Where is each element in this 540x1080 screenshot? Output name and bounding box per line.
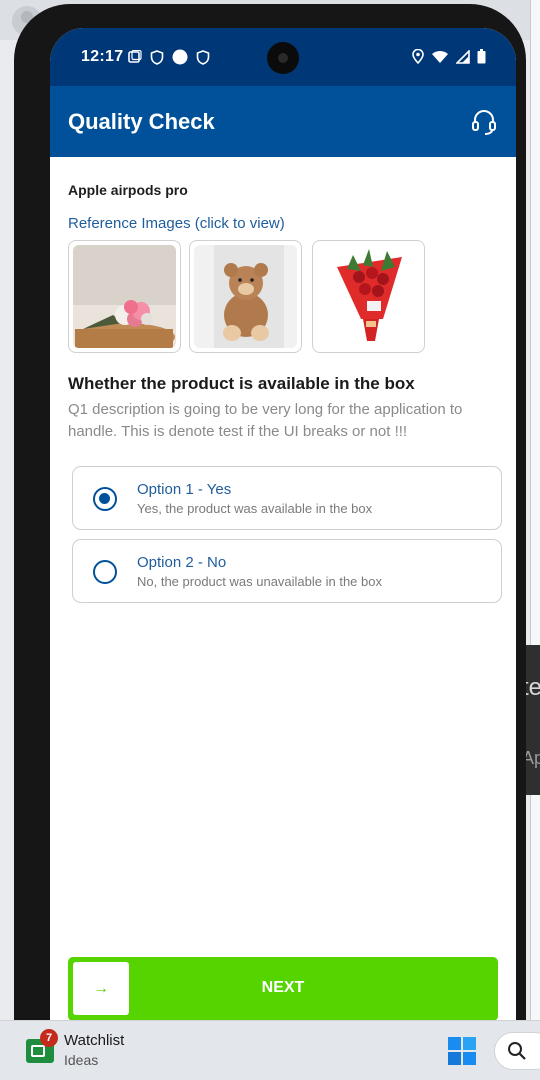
battery-icon	[477, 49, 486, 64]
taskbar-search[interactable]	[494, 1032, 540, 1070]
option-title: Option 1 - Yes	[137, 481, 232, 498]
teddy-bear-photo	[194, 245, 297, 348]
status-time: 12:17	[81, 48, 124, 65]
option-yes[interactable]: Option 1 - Yes Yes, the product was avai…	[72, 466, 502, 530]
option-title: Option 2 - No	[137, 554, 227, 571]
screenshot-icon	[128, 50, 142, 63]
next-button-label: NEXT	[261, 979, 305, 996]
shield-icon	[150, 49, 164, 65]
next-button[interactable]: → NEXT	[68, 957, 498, 1021]
windows-start-icon[interactable]	[447, 1036, 477, 1066]
question-title: Whether the product is available in the …	[68, 374, 415, 393]
status-bar: 12:17	[50, 28, 516, 86]
camera-cutout	[267, 42, 299, 74]
shield-icon	[196, 49, 210, 65]
app-bar: Quality Check	[50, 86, 516, 157]
search-icon	[508, 1042, 526, 1060]
background-window-edge	[530, 0, 540, 1020]
reference-image-thumbnail[interactable]	[189, 240, 302, 353]
phone-frame: 12:17 Quality Check Apple airpods pro Re…	[14, 4, 526, 1080]
page-title: Quality Check	[68, 109, 215, 134]
rose-bouquet-photo	[317, 245, 420, 348]
phone-screen: 12:17 Quality Check Apple airpods pro Re…	[50, 28, 516, 1068]
wifi-icon	[432, 50, 448, 63]
option-subtitle: Yes, the product was available in the bo…	[137, 501, 373, 516]
widget-subtitle: Ideas	[64, 1052, 99, 1068]
radio-button-unselected[interactable]	[93, 560, 117, 584]
notification-dot-icon	[172, 49, 188, 65]
product-name: Apple airpods pro	[68, 182, 188, 198]
cellular-signal-icon	[456, 49, 470, 64]
widget-title[interactable]: Watchlist	[64, 1032, 124, 1049]
notification-badge: 7	[40, 1029, 58, 1047]
headset-support-icon[interactable]	[470, 108, 498, 136]
option-no[interactable]: Option 2 - No No, the product was unavai…	[72, 539, 502, 603]
taskbar: 7 Watchlist Ideas	[0, 1020, 540, 1080]
radio-button-selected[interactable]	[93, 487, 117, 511]
reference-images-link[interactable]: Reference Images (click to view)	[68, 215, 285, 232]
question-description: Q1 description is going to be very long …	[68, 401, 463, 440]
reference-image-thumbnail[interactable]	[312, 240, 425, 353]
option-subtitle: No, the product was unavailable in the b…	[137, 574, 382, 589]
reference-image-thumbnail[interactable]	[68, 240, 181, 353]
location-icon	[412, 49, 424, 64]
flower-bouquet-photo	[73, 245, 176, 348]
